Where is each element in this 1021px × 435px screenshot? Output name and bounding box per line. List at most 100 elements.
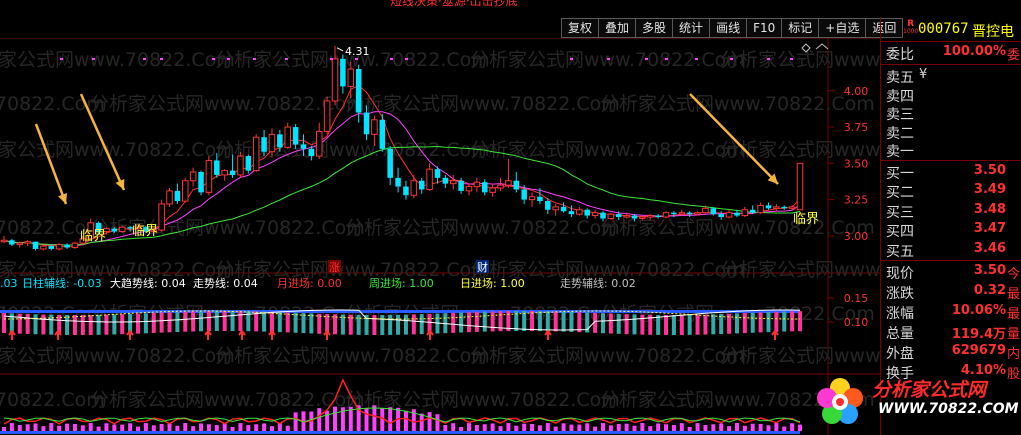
candle-body <box>528 196 536 201</box>
stat-row-3: 总量 119.4万量 <box>881 322 1021 342</box>
zhang-label: 涨 <box>329 261 340 274</box>
candle-body <box>245 156 252 171</box>
toolbar-button-4[interactable]: 画线 <box>709 18 748 38</box>
lower-bar <box>285 425 290 431</box>
stat-row-4-value: 629679 <box>951 343 1006 358</box>
toolbar-button-0[interactable]: 复权 <box>561 18 600 38</box>
lower-bar <box>88 423 93 431</box>
band-stripe <box>561 311 566 332</box>
lower-bar <box>790 423 795 431</box>
lower-bar <box>750 423 755 431</box>
candle-body <box>174 190 181 202</box>
lower-bar <box>561 423 566 431</box>
candle-body <box>284 126 291 148</box>
toolbar-button-2[interactable]: 多股 <box>635 18 674 38</box>
candle-body <box>591 212 599 217</box>
watermark-text: 分析家公式网www.70822.Com <box>0 139 235 161</box>
candle-body <box>205 159 213 193</box>
lower-bar <box>498 426 503 431</box>
candle-body <box>71 242 79 248</box>
band-stripe <box>490 311 495 332</box>
lower-bar <box>695 423 700 431</box>
band-stripe <box>301 313 306 334</box>
buy-row-1-label: 买二 <box>886 185 914 201</box>
stock-name[interactable]: 晋控电 <box>972 21 1014 41</box>
toolbar-button-1[interactable]: 叠加 <box>598 18 637 38</box>
band-stripe <box>183 311 188 332</box>
toolbar-button-5[interactable]: F10 <box>746 18 783 38</box>
band-stripe <box>33 314 38 335</box>
lower-bar <box>593 426 598 431</box>
critical-signal-label: 临界 <box>132 224 158 239</box>
watermark-text: 分析家公式网www.70822.Com <box>720 345 880 367</box>
candle-body <box>552 206 559 211</box>
candle-body <box>331 58 339 102</box>
lower-bar <box>506 423 511 431</box>
band-stripe <box>80 314 85 335</box>
candle-body <box>221 170 228 176</box>
candle-body <box>686 212 693 215</box>
band-stripe <box>88 314 93 335</box>
candle <box>403 180 409 200</box>
candle-body <box>229 170 236 175</box>
lower-bar <box>206 424 211 431</box>
market-badge: R 1000 <box>903 20 918 36</box>
signal-dot <box>285 58 288 60</box>
stat-row-3-label: 总量 <box>886 326 914 342</box>
band-stripe <box>459 312 464 333</box>
candle-body <box>315 130 323 157</box>
lower-bar <box>388 407 393 431</box>
candle-body <box>158 203 165 231</box>
candle-body <box>505 180 512 186</box>
watermark-text: 分析家公式网www.70822.Com <box>90 389 365 411</box>
entry-arrow-icon <box>544 329 552 340</box>
stock-chart-window: 短线决策·筮源·出击抄底 复权叠加多股统计画线F10标记+自选返回 分析家公式网… <box>0 0 1021 435</box>
buy-row-2-label: 买三 <box>886 204 914 221</box>
lower-bar <box>711 424 716 431</box>
candle-body <box>765 205 772 209</box>
band-stripe <box>616 313 621 334</box>
candle <box>505 158 512 188</box>
band-stripe <box>656 314 661 335</box>
band-stripe <box>388 314 393 335</box>
candle <box>174 183 181 204</box>
buy-row-2: 买三 3.48 <box>881 201 1021 221</box>
candle-body <box>111 228 118 232</box>
lower-bar <box>254 424 259 431</box>
candle-body <box>387 148 393 178</box>
lower-bar <box>269 426 274 431</box>
legend-item-3: 走势线: 0.04 <box>193 276 258 290</box>
toolbar-button-3[interactable]: 统计 <box>672 18 711 38</box>
lower-bar <box>577 424 582 431</box>
band-top-line <box>0 310 800 313</box>
candle-body <box>277 134 283 148</box>
toolbar-button-7[interactable]: +自选 <box>818 18 867 38</box>
signal-dot <box>60 58 63 60</box>
indicator-tick-label: 0.10 <box>844 316 869 329</box>
band-stripe <box>530 311 535 332</box>
entry-arrow-icon <box>54 329 62 340</box>
candle <box>489 183 496 197</box>
candle-body <box>55 244 63 250</box>
watermark-text: 分析家公式网www.70822.Com <box>345 217 620 239</box>
entry-arrow-icon <box>126 329 134 340</box>
indicator-tick-label: 0.15 <box>844 292 869 305</box>
buy-row-0: 买一 3.50 <box>881 162 1021 182</box>
candle-body <box>757 204 764 214</box>
band-stripe <box>600 313 605 334</box>
stock-code[interactable]: 000767 <box>918 21 969 37</box>
lower-bar <box>766 425 771 431</box>
band-stripe <box>766 312 771 333</box>
kline-chart[interactable]: 分析家公式网www.70822.Com 分析家公式网www.70822.Com 分析… <box>0 38 880 435</box>
cai-badge: 财 <box>476 260 489 274</box>
toolbar-button-6[interactable]: 标记 <box>781 18 820 38</box>
candle-body <box>513 180 520 190</box>
window-title-fragment: 短线决策·筮源·出击抄底 <box>390 0 518 8</box>
critical-signal-label: 临界 <box>793 212 819 227</box>
band-stripe <box>317 313 322 334</box>
buy-row-0-label: 买一 <box>886 165 914 182</box>
lower-bar <box>632 425 637 431</box>
lower-bar <box>191 426 196 431</box>
band-stripe <box>112 314 117 335</box>
sell-row-1: 卖四 <box>881 85 1021 105</box>
